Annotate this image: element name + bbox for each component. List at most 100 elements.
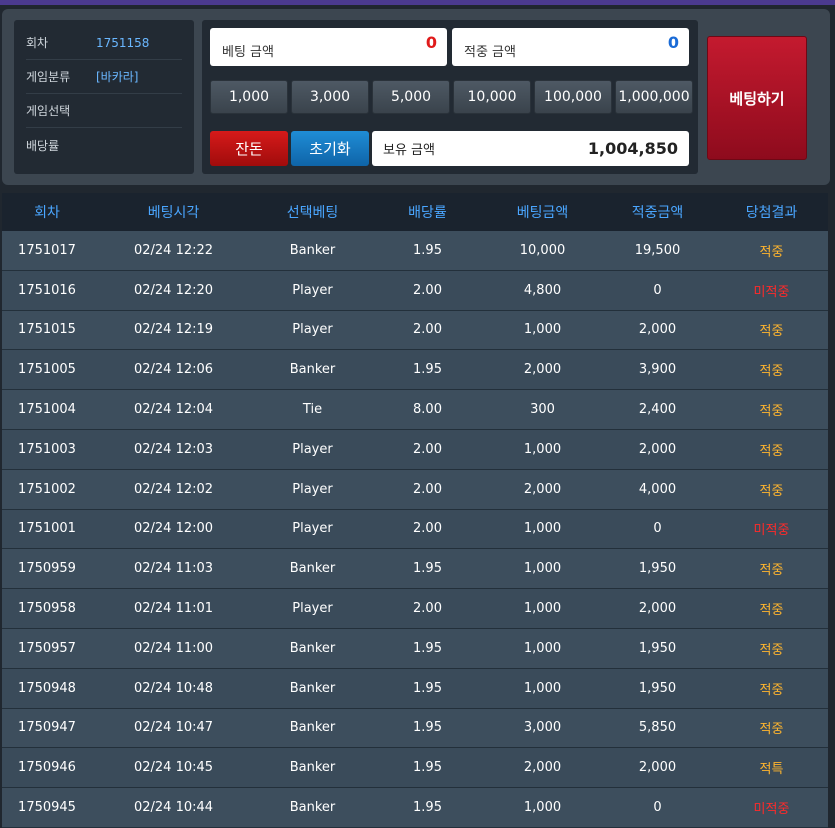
table-row: 1750947 02/24 10:47 Banker 1.95 3,000 5,850 적중 — [2, 708, 828, 749]
chip-button-5000[interactable]: 5,000 — [372, 80, 450, 114]
category-label: 게임분류 — [26, 70, 71, 84]
cell-bet: 2,000 — [523, 481, 562, 497]
category-value: [바카라] — [96, 70, 139, 84]
cell-result: 적특 — [759, 762, 784, 778]
table-body: 1751017 02/24 12:22 Banker 1.95 10,000 19,500… — [2, 231, 828, 828]
cell-bet: 1,000 — [523, 640, 562, 656]
cell-bet: 1,000 — [523, 680, 562, 696]
cell-pick: Player — [292, 521, 333, 537]
table-row: 1750946 02/24 10:45 Banker 1.95 2,000 2,000 적특 — [2, 748, 828, 789]
table-row: 1751002 02/24 12:02 Player 2.00 2,000 4,000 적중 — [2, 469, 828, 510]
cell-result: 적중 — [759, 563, 784, 579]
cell-time: 02/24 11:01 — [133, 601, 214, 617]
odds-label: 배당률 — [26, 138, 60, 153]
cell-round: 1750947 — [18, 720, 76, 736]
cell-result: 적중 — [759, 364, 784, 380]
cell-pick: Player — [292, 282, 333, 298]
bet-amount-field[interactable]: 베팅 금액 0 — [210, 28, 447, 66]
header-time: 베팅시각 — [147, 205, 200, 221]
place-bet-button[interactable]: 베팅하기 — [707, 36, 807, 160]
cell-pick: Banker — [289, 640, 336, 656]
cell-bet: 300 — [530, 402, 555, 418]
cell-time: 02/24 12:02 — [133, 481, 214, 497]
info-row-category: 게임분류 [바카라] — [26, 60, 182, 94]
cell-result: 미적중 — [753, 284, 790, 300]
cell-bet: 2,000 — [523, 362, 562, 378]
holding-amount-box: 보유 금액 1,004,850 — [372, 131, 689, 166]
cell-pick: Banker — [289, 800, 336, 816]
cell-time: 02/24 10:47 — [133, 720, 214, 736]
cell-win: 2,000 — [638, 760, 677, 776]
cell-bet: 1,000 — [523, 561, 562, 577]
cell-result: 미적중 — [753, 523, 790, 539]
bet-input-area: 베팅 금액 0 적중 금액 0 1,000 3,000 5,000 10,000… — [202, 20, 698, 174]
cell-time: 02/24 12:04 — [133, 402, 214, 418]
cell-odds: 2.00 — [413, 282, 442, 298]
cell-odds: 8.00 — [413, 402, 442, 418]
cell-win: 1,950 — [638, 680, 677, 696]
cell-result: 적중 — [759, 483, 784, 499]
header-bet: 베팅금액 — [516, 205, 569, 221]
cell-odds: 1.95 — [413, 362, 442, 378]
cell-round: 1750957 — [18, 640, 76, 656]
cell-round: 1751004 — [18, 402, 76, 418]
cell-round: 1751005 — [18, 362, 76, 378]
bet-amount-value: 0 — [425, 32, 437, 52]
cell-result: 미적중 — [753, 802, 790, 818]
reset-button[interactable]: 초기화 — [291, 131, 369, 166]
header-pick: 선택베팅 — [286, 205, 339, 221]
cell-win: 0 — [653, 282, 662, 298]
cell-odds: 2.00 — [413, 481, 442, 497]
cell-pick: Banker — [289, 760, 336, 776]
chip-button-1000[interactable]: 1,000 — [210, 80, 288, 114]
cell-pick: Banker — [289, 720, 336, 736]
cell-bet: 4,800 — [523, 282, 562, 298]
win-amount-label: 적중 금액 — [464, 44, 516, 60]
cell-time: 02/24 12:19 — [133, 322, 214, 338]
chip-button-100000[interactable]: 100,000 — [534, 80, 612, 114]
cell-round: 1751001 — [18, 521, 76, 537]
cell-odds: 2.00 — [413, 521, 442, 537]
cell-time: 02/24 11:00 — [133, 640, 214, 656]
cell-odds: 1.95 — [413, 242, 442, 258]
cell-time: 02/24 11:03 — [133, 561, 214, 577]
cell-time: 02/24 10:44 — [133, 800, 214, 816]
cell-result: 적중 — [759, 722, 784, 738]
cell-pick: Banker — [289, 680, 336, 696]
selection-label: 게임선택 — [26, 104, 71, 118]
chip-button-10000[interactable]: 10,000 — [453, 80, 531, 114]
cell-time: 02/24 12:20 — [133, 282, 214, 298]
table-row: 1750948 02/24 10:48 Banker 1.95 1,000 1,950 적중 — [2, 668, 828, 709]
win-amount-field[interactable]: 적중 금액 0 — [452, 28, 689, 66]
table-row: 1750957 02/24 11:00 Banker 1.95 1,000 1,950 적중 — [2, 628, 828, 669]
cell-win: 3,900 — [638, 362, 677, 378]
cell-odds: 1.95 — [413, 720, 442, 736]
cell-win: 1,950 — [638, 561, 677, 577]
chip-button-1000000[interactable]: 1,000,000 — [615, 80, 693, 114]
header-round: 회차 — [34, 205, 60, 221]
win-amount-value: 0 — [667, 32, 679, 52]
bet-amount-label: 베팅 금액 — [222, 44, 274, 60]
table-row: 1750958 02/24 11:01 Player 2.00 1,000 2,000 적중 — [2, 589, 828, 629]
cell-result: 적중 — [759, 682, 784, 698]
cell-bet: 1,000 — [523, 441, 562, 457]
cell-result: 적중 — [759, 404, 784, 420]
cell-odds: 2.00 — [413, 441, 442, 457]
cell-odds: 2.00 — [413, 322, 442, 338]
table-header: 회차 베팅시각 선택베팅 배당률 베팅금액 적중금액 당첨결과 — [2, 193, 828, 231]
top-accent-bar — [0, 0, 835, 5]
cell-bet: 10,000 — [519, 242, 566, 258]
cell-win: 0 — [653, 800, 662, 816]
chip-button-3000[interactable]: 3,000 — [291, 80, 369, 114]
cell-time: 02/24 10:45 — [133, 760, 214, 776]
cell-round: 1751017 — [18, 242, 76, 258]
cell-round: 1751016 — [18, 282, 76, 298]
header-result: 당첨결과 — [745, 205, 798, 221]
table-row: 1751001 02/24 12:00 Player 2.00 1,000 0 미적중 — [2, 509, 828, 550]
table-row: 1751003 02/24 12:03 Player 2.00 1,000 2,000 적중 — [2, 429, 828, 470]
cell-round: 1750948 — [18, 680, 76, 696]
balance-button[interactable]: 잔돈 — [210, 131, 288, 166]
cell-win: 2,000 — [638, 441, 677, 457]
cell-odds: 1.95 — [413, 561, 442, 577]
header-win: 적중금액 — [631, 205, 684, 221]
